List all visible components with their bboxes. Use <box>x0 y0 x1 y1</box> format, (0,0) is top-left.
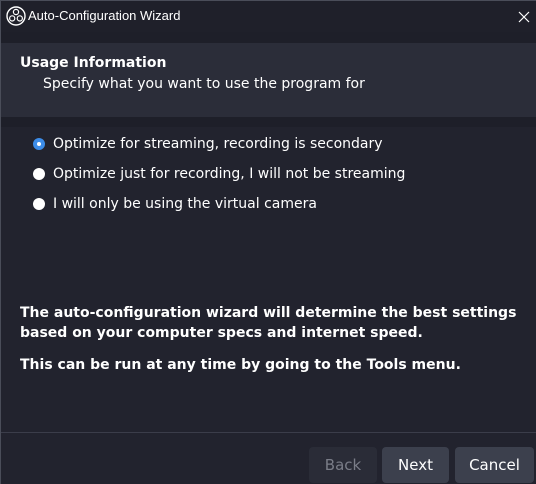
close-button[interactable] <box>512 1 536 32</box>
radio-button[interactable] <box>33 168 45 180</box>
wizard-window: Auto-Configuration Wizard Usage Informat… <box>0 0 536 484</box>
wizard-header: Usage Information Specify what you want … <box>1 43 536 117</box>
info-text-description: The auto-configuration wizard will deter… <box>20 305 517 341</box>
wizard-footer: Back Next Cancel <box>1 433 536 484</box>
page-subtitle: Specify what you want to use the program… <box>43 76 365 92</box>
cancel-button[interactable]: Cancel <box>455 447 534 483</box>
obs-logo-icon <box>6 6 26 26</box>
radio-button[interactable] <box>33 198 45 210</box>
option-virtual-camera[interactable]: I will only be using the virtual camera <box>33 194 317 214</box>
title-bar: Auto-Configuration Wizard <box>1 1 536 32</box>
close-icon <box>518 11 530 22</box>
info-text-tools-menu: This can be run at any time by going to … <box>20 357 461 373</box>
radio-button-checked[interactable] <box>33 138 45 150</box>
option-recording[interactable]: Optimize just for recording, I will not … <box>33 164 405 184</box>
next-button[interactable]: Next <box>382 447 449 483</box>
window-title: Auto-Configuration Wizard <box>28 8 181 23</box>
option-label: Optimize just for recording, I will not … <box>53 166 406 182</box>
usage-options-panel: Optimize for streaming, recording is sec… <box>1 127 536 432</box>
option-label: Optimize for streaming, recording is sec… <box>53 136 383 152</box>
back-button[interactable]: Back <box>309 447 377 483</box>
option-label: I will only be using the virtual camera <box>53 196 317 212</box>
page-title: Usage Information <box>20 55 167 71</box>
option-streaming[interactable]: Optimize for streaming, recording is sec… <box>33 134 383 154</box>
